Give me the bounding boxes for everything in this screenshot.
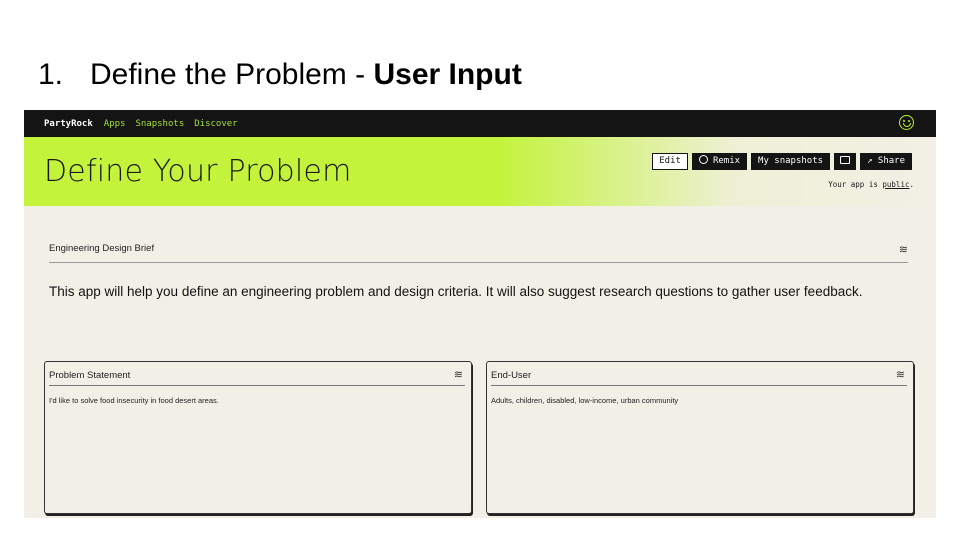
- my-snapshots-label: My snapshots: [758, 156, 824, 166]
- widget-header: End-User ≋: [491, 366, 907, 386]
- share-button[interactable]: ↗ Share: [860, 153, 912, 170]
- slide-heading: 1. Define the Problem - User Input: [38, 58, 522, 92]
- widget-title: Problem Statement: [49, 370, 131, 381]
- remix-label: Remix: [712, 156, 741, 166]
- app-description: This app will help you define an enginee…: [49, 284, 863, 299]
- slide-number: 1.: [38, 58, 64, 91]
- visibility-note: Your app is public.: [828, 180, 914, 189]
- header-actions: Edit Remix My snapshots ↗ Share: [652, 153, 912, 170]
- visibility-link[interactable]: public: [882, 180, 909, 189]
- brand-logo[interactable]: PartyRock: [44, 119, 93, 129]
- sliders-icon[interactable]: ≋: [899, 243, 908, 256]
- nav-discover[interactable]: Discover: [194, 119, 237, 129]
- nav-snapshots[interactable]: Snapshots: [135, 119, 184, 129]
- app-header: Define Your Problem Edit Remix My snapsh…: [24, 137, 936, 206]
- remix-button[interactable]: Remix: [691, 153, 748, 170]
- share-label: Share: [877, 156, 905, 166]
- widget-title: End-User: [491, 370, 532, 381]
- my-snapshots-button[interactable]: My snapshots: [751, 153, 831, 170]
- widget-header: Problem Statement ≋: [49, 366, 465, 386]
- visibility-suffix: .: [909, 180, 914, 189]
- edit-label: Edit: [659, 156, 681, 166]
- camera-icon: [840, 156, 851, 164]
- end-user-widget[interactable]: End-User ≋ Adults, children, disabled, l…: [486, 361, 914, 514]
- slide-title-plain: Define the Problem -: [90, 58, 374, 91]
- app-title: Define Your Problem: [44, 154, 352, 189]
- visibility-prefix: Your app is: [828, 180, 883, 189]
- slide-title-bold: User Input: [373, 58, 522, 91]
- sliders-icon[interactable]: ≋: [896, 366, 905, 385]
- smiley-icon[interactable]: [899, 115, 914, 130]
- widget-content[interactable]: I'd like to solve food insecurity in foo…: [49, 396, 219, 405]
- widget-content[interactable]: Adults, children, disabled, low-income, …: [491, 396, 678, 405]
- edit-button[interactable]: Edit: [652, 153, 688, 170]
- nav-apps[interactable]: Apps: [104, 119, 126, 129]
- sliders-icon[interactable]: ≋: [454, 366, 463, 385]
- brief-section-header: Engineering Design Brief ≋: [49, 243, 908, 263]
- brief-title: Engineering Design Brief: [49, 243, 155, 254]
- partyrock-app-window: PartyRock Apps Snapshots Discover Define…: [24, 110, 936, 518]
- remix-icon: [698, 155, 708, 164]
- top-navbar: PartyRock Apps Snapshots Discover: [24, 110, 936, 137]
- share-arrow-icon: ↗: [867, 156, 878, 166]
- snapshot-camera-button[interactable]: [834, 153, 857, 170]
- problem-statement-widget[interactable]: Problem Statement ≋ I'd like to solve fo…: [44, 361, 472, 514]
